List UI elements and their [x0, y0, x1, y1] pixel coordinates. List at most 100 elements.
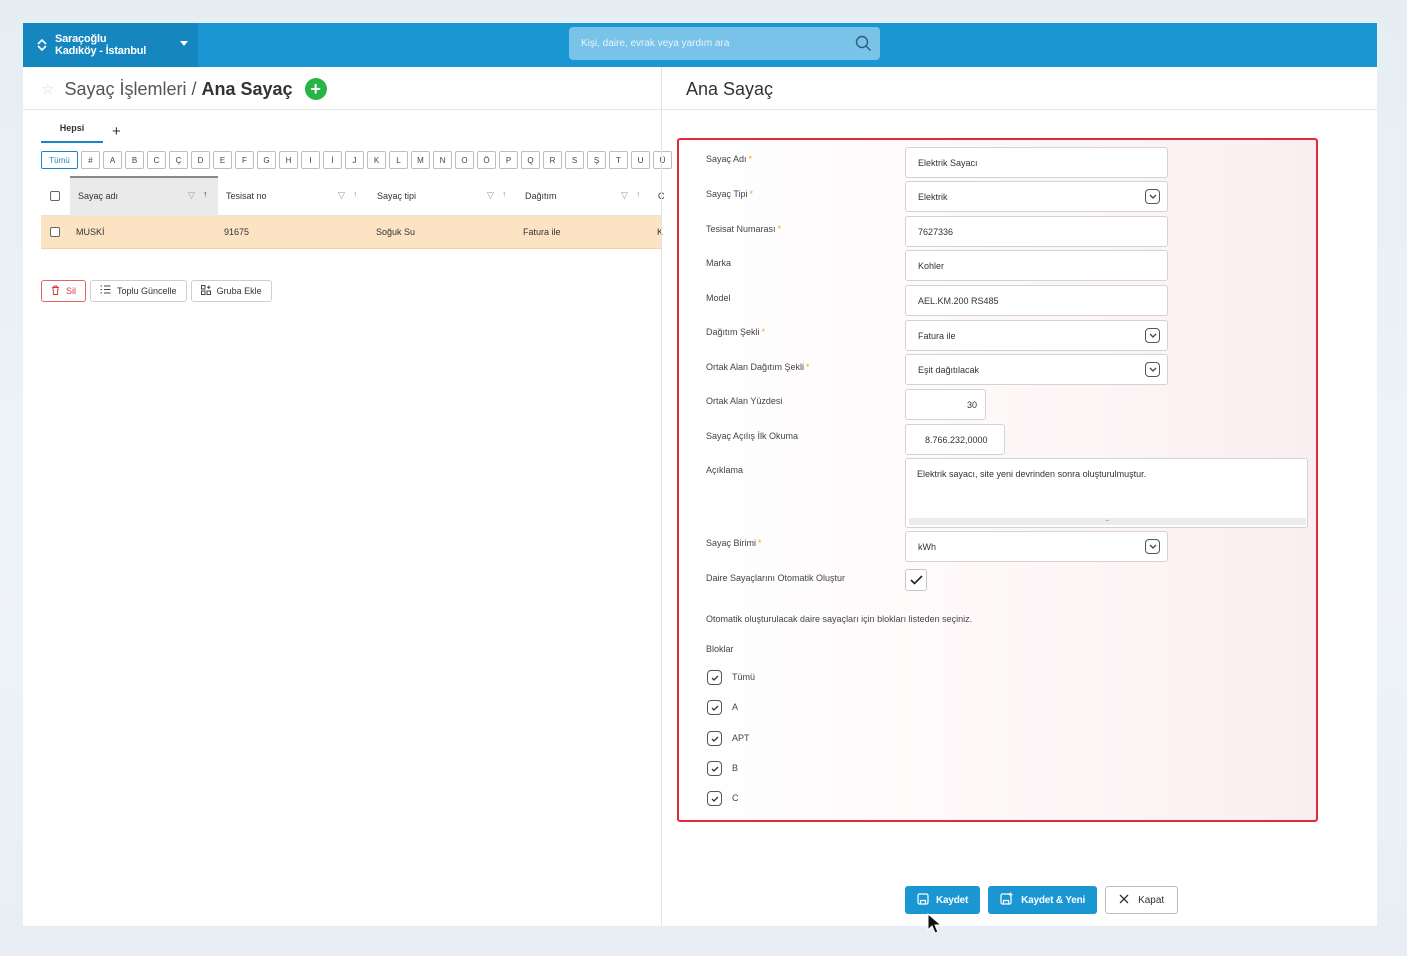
ortak-alan-yuzdesi-input[interactable]: 30	[905, 389, 986, 420]
alpha-filter-letter[interactable]: O	[455, 151, 474, 169]
filter-icon[interactable]: ▽	[487, 190, 494, 201]
save-label: Kaydet	[936, 894, 969, 906]
blok-checkbox[interactable]	[707, 700, 722, 715]
blok-checkbox[interactable]	[707, 731, 722, 746]
column-header-sayac-tipi[interactable]: Sayaç tipi	[377, 191, 416, 201]
blok-checkbox[interactable]	[707, 791, 722, 806]
column-header-dagitim[interactable]: Dağıtım	[525, 191, 557, 201]
aciklama-textarea[interactable]: Elektrik sayacı, site yeni devrinden son…	[905, 458, 1308, 528]
alpha-filter-letter[interactable]: M	[411, 151, 430, 169]
alpha-filter-letter[interactable]: Ş	[587, 151, 606, 169]
alpha-filter-letter[interactable]: R	[543, 151, 562, 169]
ilk-okuma-input[interactable]: 8.766.232,0000	[905, 424, 1005, 455]
label-ortak-alan-yuzdesi: Ortak Alan Yüzdesi	[706, 396, 783, 406]
tab-hepsi[interactable]: Hepsi	[41, 123, 103, 143]
alpha-filter-letter[interactable]: K	[367, 151, 386, 169]
add-to-group-label: Gruba Ekle	[216, 286, 262, 296]
alpha-filter-letter[interactable]: A	[103, 151, 122, 169]
blok-checkbox[interactable]	[707, 761, 722, 776]
site-name: Saraçoğlu	[55, 33, 107, 45]
label-aciklama: Açıklama	[706, 465, 744, 475]
alpha-filter-letter[interactable]: U	[631, 151, 650, 169]
panel-title: Ana Sayaç	[686, 79, 774, 99]
tesisat-numarasi-input[interactable]: 7627336	[905, 216, 1168, 247]
alpha-filter-letter[interactable]: İ	[323, 151, 342, 169]
sayac-adi-input[interactable]: Elektrik Sayacı	[905, 147, 1168, 178]
alpha-filter-letter[interactable]: F	[235, 151, 254, 169]
marka-input[interactable]: Kohler	[905, 250, 1168, 281]
view-tabs: Hepsi +	[41, 123, 121, 143]
model-input[interactable]: AEL.KM.200 RS485	[905, 285, 1168, 316]
sort-icon[interactable]: ↑	[636, 189, 641, 199]
breadcrumb-parent[interactable]: Sayaç İşlemleri	[64, 79, 186, 100]
chevron-down-icon	[1145, 189, 1160, 204]
alpha-filter-letter[interactable]: I	[301, 151, 320, 169]
save-and-new-button[interactable]: Kaydet & Yeni	[988, 886, 1098, 914]
cell-tesisat-no: 91675	[224, 227, 250, 237]
label-sayac-adi: Sayaç Adı *	[706, 154, 753, 164]
alpha-filter-letter[interactable]: C	[147, 151, 166, 169]
alpha-filter-letter[interactable]: #	[81, 151, 100, 169]
breadcrumb-separator: /	[191, 78, 197, 99]
table-row[interactable]: MUSKİ 91675 Soğuk Su Fatura ile K	[41, 216, 663, 249]
sayac-birimi-select[interactable]: kWh	[905, 531, 1168, 562]
filter-icon[interactable]: ▽	[188, 190, 195, 201]
alpha-filter-letter[interactable]: Q	[521, 151, 540, 169]
alpha-filter-letter[interactable]: L	[389, 151, 408, 169]
alpha-filter-letter[interactable]: J	[345, 151, 364, 169]
alpha-filter-letter[interactable]: N	[433, 151, 452, 169]
sort-icon[interactable]: ↑	[353, 189, 358, 199]
global-search	[569, 27, 880, 60]
blok-checkbox[interactable]	[707, 670, 722, 685]
sayac-tipi-value: Elektrik	[918, 191, 948, 202]
column-header-sayac-adi[interactable]: Sayaç adı	[78, 191, 118, 201]
filter-icon[interactable]: ▽	[338, 190, 345, 201]
otomatik-olustur-checkbox[interactable]	[905, 569, 927, 591]
table-actions: Sil Toplu Güncelle Gruba Ekle	[41, 280, 276, 302]
alpha-filter-letter[interactable]: Ö	[477, 151, 496, 169]
trash-icon	[51, 285, 60, 298]
delete-button-label: Sil	[66, 286, 77, 296]
add-to-group-button[interactable]: Gruba Ekle	[190, 280, 272, 302]
alpha-filter-letter[interactable]: H	[279, 151, 298, 169]
search-input[interactable]	[581, 38, 841, 49]
alpha-filter-letter[interactable]: G	[257, 151, 276, 169]
top-bar: Saraçoğlu Kadıköy - İstanbul	[23, 23, 1377, 67]
dagitim-sekli-select[interactable]: Fatura ile	[905, 320, 1168, 351]
caret-down-icon[interactable]	[180, 41, 188, 46]
app-window: Saraçoğlu Kadıköy - İstanbul ☆ Sayaç İşl…	[23, 23, 1377, 926]
save-button[interactable]: Kaydet	[905, 886, 981, 914]
sort-up-icon[interactable]: ↑	[203, 189, 208, 199]
check-icon	[711, 766, 718, 772]
alpha-filter-letter[interactable]: T	[609, 151, 628, 169]
sort-icon[interactable]: ↑	[502, 189, 507, 199]
table-header-row: Sayaç adı ▽ ↑ Tesisat no ▽ ↑ Sayaç tipi …	[41, 176, 665, 216]
alpha-filter-letter[interactable]: E	[213, 151, 232, 169]
chevron-down-icon	[1145, 328, 1160, 343]
filter-icon[interactable]: ▽	[621, 190, 628, 201]
alpha-filter-letter[interactable]: D	[191, 151, 210, 169]
sayac-tipi-select[interactable]: Elektrik	[905, 181, 1168, 212]
resize-handle[interactable]: ⇔	[909, 518, 1306, 525]
add-meter-button[interactable]: +	[304, 78, 327, 100]
close-button[interactable]: Kapat	[1105, 886, 1179, 914]
alpha-filter-letter[interactable]: S	[565, 151, 584, 169]
add-tab-button[interactable]: +	[112, 123, 121, 143]
label-model: Model	[706, 293, 731, 303]
alpha-filter-letter[interactable]: Ç	[169, 151, 188, 169]
delete-button[interactable]: Sil	[41, 280, 87, 302]
select-all-checkbox[interactable]	[50, 191, 60, 201]
alpha-filter-all[interactable]: Tümü	[41, 151, 78, 169]
alpha-filter-letter[interactable]: P	[499, 151, 518, 169]
site-switch-arrows-icon	[33, 38, 51, 52]
column-header-tesisat-no[interactable]: Tesisat no	[226, 191, 267, 201]
favorite-star-icon[interactable]: ☆	[41, 80, 54, 98]
site-switcher[interactable]: Saraçoğlu Kadıköy - İstanbul	[23, 23, 198, 67]
alpha-filter-letter[interactable]: B	[125, 151, 144, 169]
bulk-update-button[interactable]: Toplu Güncelle	[90, 280, 187, 302]
search-icon[interactable]	[855, 35, 872, 57]
chevron-down-icon	[1145, 362, 1160, 377]
ortak-alan-dagitim-select[interactable]: Eşit dağıtılacak	[905, 354, 1168, 385]
bloklar-note: Otomatik oluşturulacak daire sayaçları i…	[706, 614, 973, 624]
row-checkbox[interactable]	[50, 227, 60, 237]
